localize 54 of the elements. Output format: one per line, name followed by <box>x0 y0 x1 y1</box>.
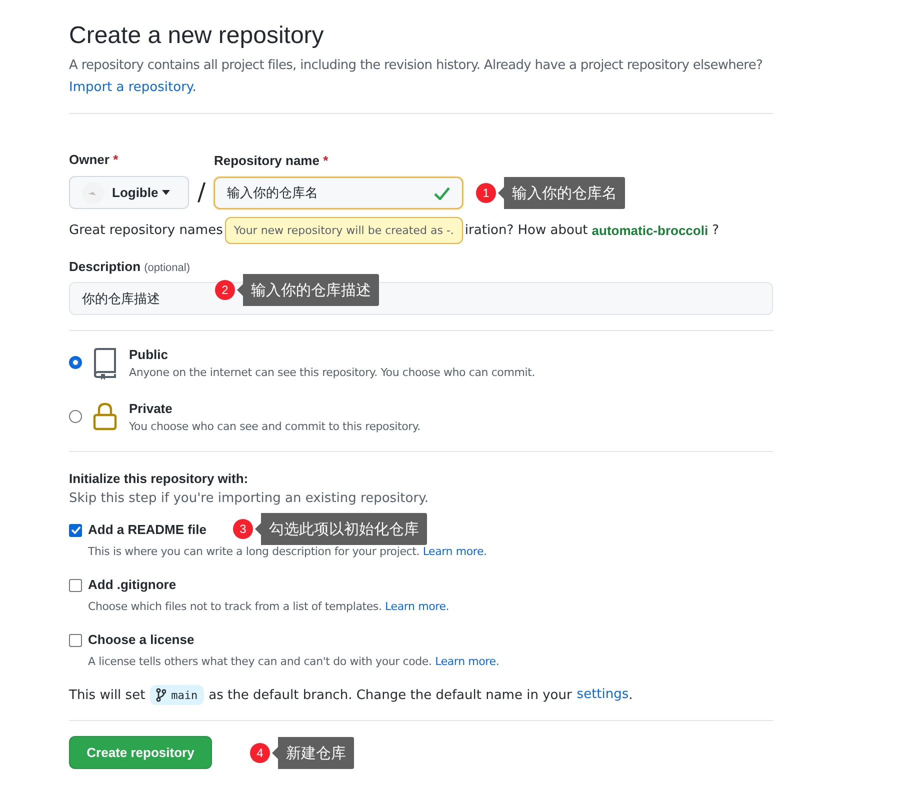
option-note: Choose which files not to track from a list of templates. Learn more. <box>88 600 450 613</box>
suggestion-link[interactable]: automatic-broccoli <box>592 222 708 238</box>
step-badge: 3 <box>233 519 253 539</box>
learn-more-link[interactable]: Learn more. <box>435 655 500 668</box>
checkbox[interactable] <box>69 578 82 592</box>
radio-button[interactable] <box>69 410 82 423</box>
option-label: Private <box>129 400 174 418</box>
create-repository-button[interactable]: Create repository <box>69 736 212 769</box>
owner-dropdown[interactable]: Logible <box>69 176 189 209</box>
branch-note: as the default branch. Change the default name in your <box>208 688 572 702</box>
checkbox[interactable] <box>69 634 82 646</box>
option-label: Choose a license <box>88 631 194 649</box>
description-label: Description (optional) <box>69 259 191 274</box>
punctuation: . <box>628 688 633 702</box>
hint-text: Great repository names <box>69 222 223 238</box>
slash-separator: / <box>196 177 207 208</box>
section-note: Skip this step if you're importing an existing repository. <box>69 491 430 506</box>
callout-tooltip: 勾选此项以初始化仓库 <box>255 513 427 545</box>
branch-note: This will set <box>69 688 146 702</box>
repo-name-field[interactable]: 输入你的仓库名 <box>214 177 463 209</box>
avatar-icon <box>82 182 104 204</box>
repo-name-label: Repository name * <box>214 153 330 168</box>
tooltip: Your new repository will be created as -. <box>224 216 463 244</box>
option-note: A license tells others what they can and can't do with your code. Learn more. <box>88 655 500 668</box>
option-label: Add .gitignore <box>88 576 176 594</box>
option-label: Add a README file <box>88 521 206 539</box>
check-icon <box>434 186 450 200</box>
option-note: This is where you can write a long description for your project. Learn more. <box>88 545 487 558</box>
caret-icon <box>162 190 170 195</box>
branch-pill: main <box>150 685 204 705</box>
hint-text: iration? How about <box>464 222 588 238</box>
option-label: Public <box>129 346 170 364</box>
branch-icon <box>156 688 166 702</box>
settings-link[interactable]: settings <box>576 685 629 705</box>
subtitle-text: A repository contains all project files, including the revision history. Already have a project repository elsewhere? <box>69 57 764 75</box>
learn-more-link[interactable]: Learn more. <box>422 545 487 558</box>
step-badge: 4 <box>250 742 270 762</box>
radio-button[interactable] <box>69 356 82 369</box>
callout-tooltip: 输入你的仓库描述 <box>237 274 379 306</box>
callout-tooltip: 新建仓库 <box>272 736 354 768</box>
punctuation: ? <box>712 222 719 238</box>
option-note: You choose who can see and commit to this repository. <box>129 419 420 435</box>
import-link[interactable]: Import a repository. <box>69 78 196 98</box>
section-title: Initialize this repository with: <box>69 471 250 486</box>
owner-label: Owner * <box>69 152 120 167</box>
page-title: Create a new repository <box>69 22 325 50</box>
book-icon <box>93 348 117 381</box>
lock-icon <box>93 402 117 431</box>
learn-more-link[interactable]: Learn more. <box>385 600 450 613</box>
callout-tooltip: 输入你的仓库名 <box>498 177 625 209</box>
option-note: Anyone on the internet can see this repository. You choose who can commit. <box>129 365 535 381</box>
check-icon <box>70 526 80 534</box>
checkbox[interactable] <box>69 524 82 536</box>
step-badge: 1 <box>476 183 496 203</box>
